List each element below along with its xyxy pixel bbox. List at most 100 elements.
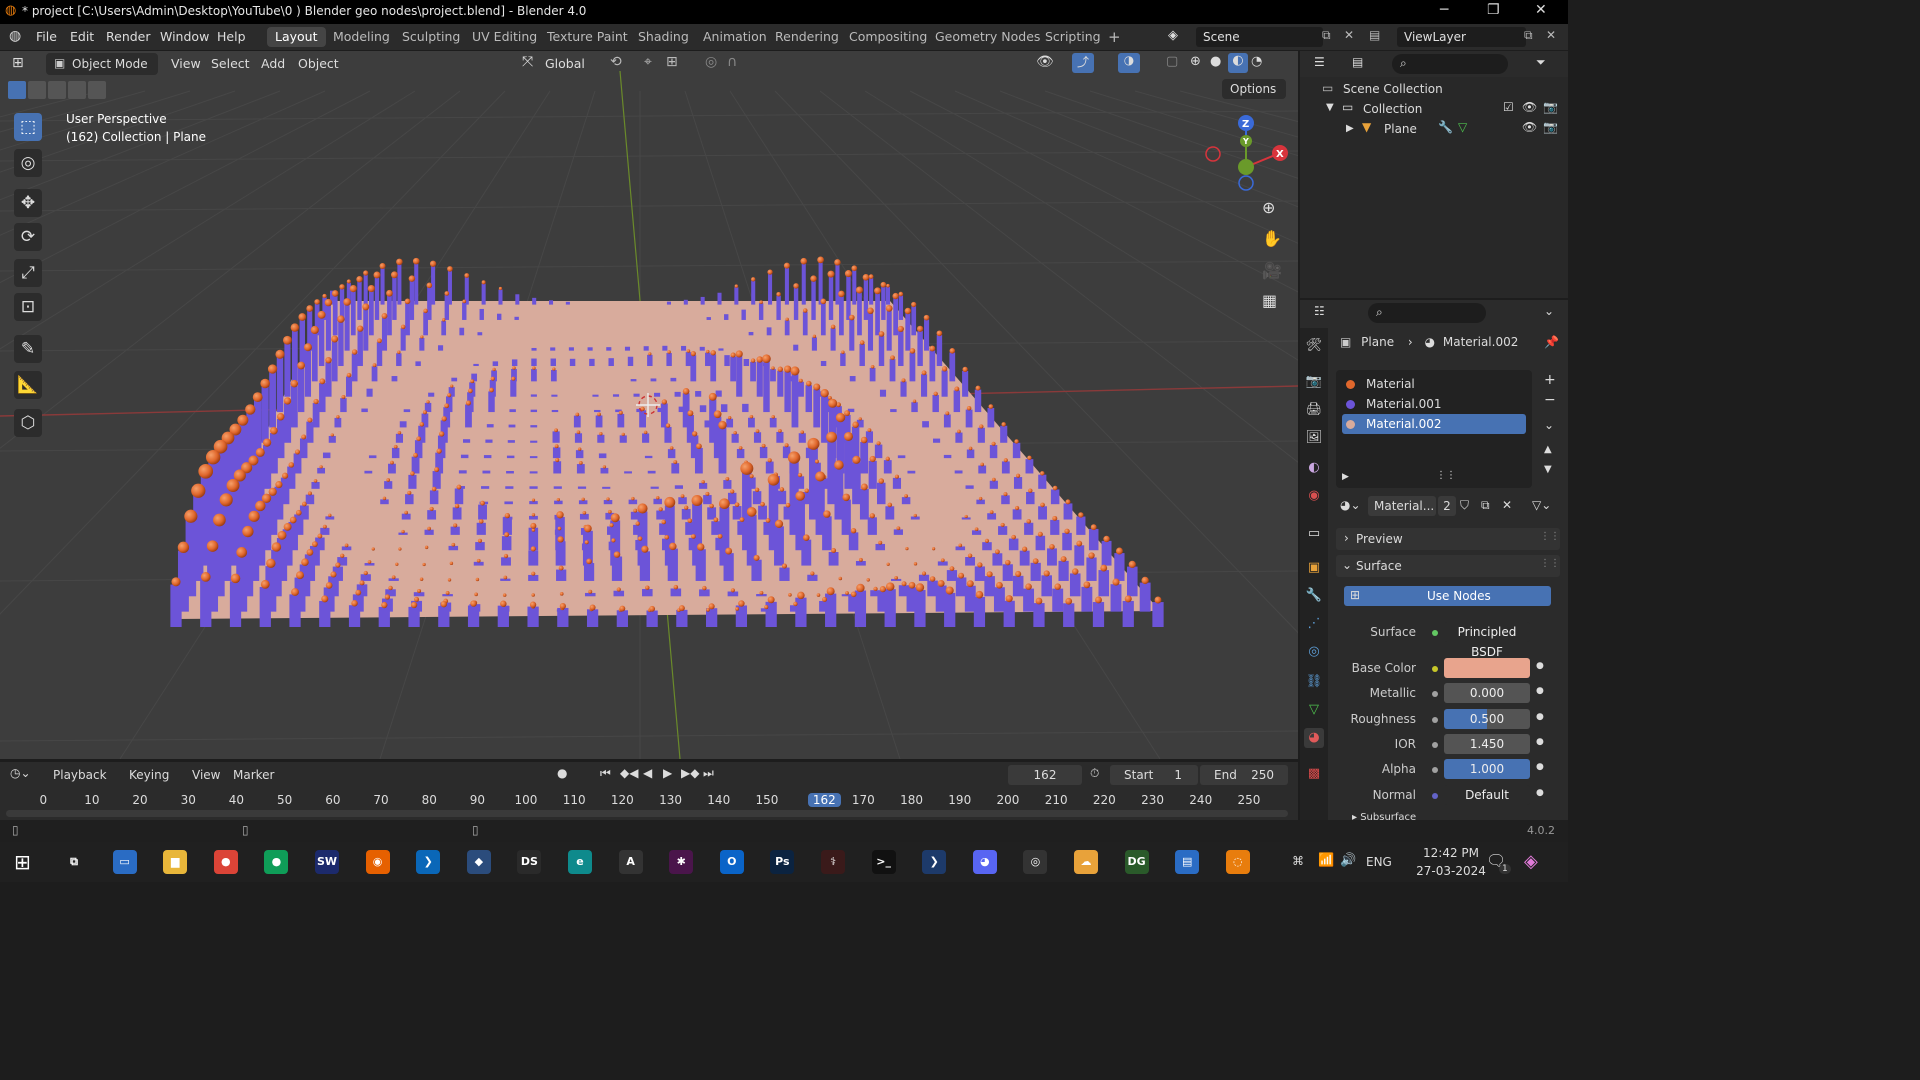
outliner-search-input[interactable]: ⌕ [1392, 54, 1508, 74]
language-indicator[interactable]: ENG [1366, 855, 1392, 869]
options-dropdown[interactable]: Options [1222, 79, 1286, 99]
slack-icon[interactable]: ✱ [669, 850, 694, 874]
property-slider[interactable]: 0.000 [1444, 683, 1530, 704]
vscode-icon[interactable]: ❯ [416, 850, 441, 874]
navigation-gizmo[interactable]: Z X Y [1198, 111, 1294, 195]
plane-render-icon[interactable]: 📷 [1543, 120, 1558, 134]
new-scene-icon[interactable]: ⧉ [1322, 28, 1331, 43]
jump-end-icon[interactable]: ⏭ [703, 766, 714, 781]
maximize-button[interactable]: ❐ [1487, 2, 1500, 18]
app-red-icon[interactable]: ⚕ [821, 850, 845, 874]
pivot-point-icon[interactable]: ⟲ [610, 54, 622, 70]
viewport-menu-view[interactable]: View [171, 56, 201, 71]
plane-label[interactable]: Plane [1384, 122, 1417, 136]
socket-icon[interactable] [1432, 792, 1438, 799]
drag-handle-icon[interactable]: ⋮⋮ [1540, 531, 1560, 542]
add-workspace-button[interactable]: + [1100, 27, 1129, 47]
jump-start-icon[interactable]: ⏮ [600, 766, 611, 781]
menu-window[interactable]: Window [160, 29, 209, 44]
select-invert-icon[interactable] [68, 81, 86, 99]
snap-target-icon[interactable]: ⊞ [666, 54, 678, 70]
object-mode-dropdown[interactable]: ▣ Object Mode [46, 53, 158, 75]
task-view-icon[interactable]: ⧉ [62, 850, 86, 874]
menu-render[interactable]: Render [106, 29, 151, 44]
material-slot[interactable]: Material [1342, 374, 1526, 394]
scene-name-field[interactable]: Scene [1196, 27, 1323, 47]
discord-icon[interactable]: ◕ [972, 850, 997, 874]
tab-uv-editing[interactable]: UV Editing [464, 27, 545, 47]
select-intersect-icon[interactable] [88, 81, 106, 99]
tab-rendering[interactable]: Rendering [767, 27, 847, 47]
auto-keying-icon[interactable]: ● [557, 766, 567, 780]
camera-view-icon[interactable]: 🎥 [1262, 261, 1282, 280]
timeline-menu-marker[interactable]: Marker [233, 768, 274, 782]
playhead-frame[interactable]: 162 [807, 793, 841, 807]
move-slot-down-icon[interactable]: ▼ [1544, 464, 1552, 475]
keyframe-dot-icon[interactable]: ● [1536, 712, 1544, 722]
viewport-menu-add[interactable]: Add [261, 56, 285, 71]
view-layer-tab-icon[interactable]: 🖼 [1304, 428, 1324, 448]
tab-geometry-nodes[interactable]: Geometry Nodes [927, 27, 1048, 47]
socket-icon[interactable] [1432, 630, 1438, 636]
material-slot-selected[interactable]: Material.002 [1342, 414, 1526, 434]
property-slider[interactable]: 1.000 [1444, 759, 1530, 780]
app-doc-icon[interactable]: ▤ [1175, 850, 1200, 874]
material-browse-icon[interactable]: ◕⌄ [1340, 498, 1361, 512]
texture-tab-icon[interactable]: ▩ [1304, 764, 1324, 784]
editor-type-icon[interactable]: ⊞ [12, 55, 24, 71]
edge-icon[interactable]: e [568, 850, 592, 874]
select-box-tool-icon[interactable]: ⬚ [14, 113, 42, 141]
data-tab-icon[interactable]: ▽ [1304, 700, 1324, 720]
property-value-field[interactable]: Default [1444, 784, 1530, 805]
firefox-icon[interactable]: ◉ [365, 850, 390, 874]
scene-tab-icon[interactable]: ◐ [1304, 458, 1324, 478]
next-keyframe-icon[interactable]: ▶◆ [681, 766, 699, 780]
duplicate-material-icon[interactable]: ⧉ [1481, 498, 1490, 513]
constraints-tab-icon[interactable]: ⛓ [1304, 672, 1324, 692]
slot-list-expand-icon[interactable]: ▶ [1342, 472, 1349, 482]
tab-layout[interactable]: Layout [267, 27, 326, 47]
timeline-menu-playback[interactable]: Playback [53, 768, 107, 782]
blender-icon[interactable]: ◌ [1225, 850, 1250, 874]
transform-orientation-dropdown[interactable]: Global [545, 56, 585, 71]
move-tool-icon[interactable]: ✥ [14, 189, 42, 217]
transform-tool-icon[interactable]: ⊡ [14, 293, 42, 321]
unlink-material-icon[interactable]: ✕ [1502, 498, 1512, 512]
outlook-icon[interactable]: O [719, 850, 744, 874]
filter-icon[interactable]: ⏷ [1536, 55, 1546, 70]
close-window-button[interactable]: ✕ [1535, 2, 1547, 18]
blender-menu-icon[interactable]: ◍ [9, 28, 21, 44]
drag-handle-icon[interactable]: ⋮⋮ [1540, 558, 1560, 569]
keyframe-dot-icon[interactable]: ● [1536, 661, 1544, 671]
tab-modeling[interactable]: Modeling [325, 27, 398, 47]
material-link-icon[interactable]: ▽⌄ [1532, 498, 1551, 512]
outliner-editor-type-icon[interactable]: ☰ [1314, 55, 1325, 69]
property-value-field[interactable]: Principled BSDF [1444, 622, 1530, 659]
view-layer-field[interactable]: ViewLayer [1397, 27, 1526, 47]
cursor-tool-icon[interactable]: ◎ [14, 149, 42, 177]
socket-icon[interactable] [1432, 666, 1438, 672]
tray-icons[interactable]: ⌘ [1292, 854, 1304, 868]
base-color-swatch[interactable] [1444, 658, 1530, 678]
rotate-tool-icon[interactable]: ⟳ [14, 223, 42, 251]
viewport-menu-select[interactable]: Select [211, 56, 250, 71]
remove-slot-icon[interactable]: − [1544, 392, 1556, 408]
viewport-menu-object[interactable]: Object [298, 56, 339, 71]
overlay-toggle-icon[interactable]: ◑ [1118, 53, 1140, 73]
properties-menu-icon[interactable]: ⌄ [1544, 304, 1554, 318]
preview-range-icon[interactable]: ⏱ [1090, 766, 1099, 781]
material-tab-icon[interactable]: ◕ [1304, 728, 1324, 748]
zoom-icon[interactable]: ⊕ [1262, 198, 1275, 217]
desktop-icon[interactable]: ▭ [112, 850, 137, 874]
clock-time[interactable]: 12:42 PM [1416, 846, 1486, 860]
falloff-icon[interactable]: ∩ [727, 54, 737, 70]
copilot-icon[interactable]: ◈ [1524, 851, 1538, 872]
tab-shading[interactable]: Shading [630, 27, 697, 47]
move-slot-up-icon[interactable]: ▲ [1544, 444, 1552, 455]
menu-help[interactable]: Help [217, 29, 246, 44]
solidworks-icon[interactable]: SW [315, 850, 339, 874]
properties-search-input[interactable]: ⌕ [1368, 303, 1486, 323]
add-cube-tool-icon[interactable]: ⬡ [14, 409, 42, 437]
minimize-button[interactable]: ─ [1440, 2, 1448, 18]
visibility-icon[interactable]: 👁 [1036, 54, 1054, 70]
